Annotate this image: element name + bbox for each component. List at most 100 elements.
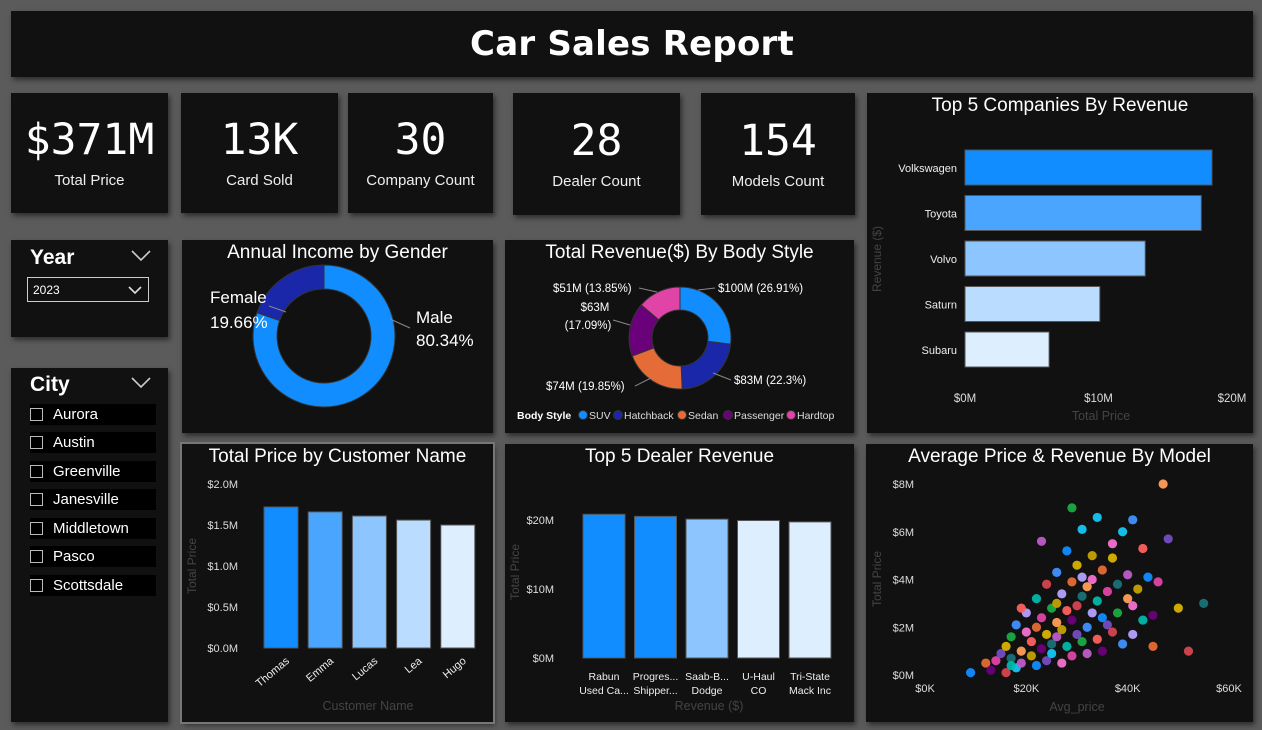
kpi-value: 28: [570, 116, 623, 166]
city-option-middletown[interactable]: Middletown: [30, 518, 156, 539]
slice-value-label: 80.34%: [416, 331, 474, 350]
gender-donut-panel: Annual Income by Gender Male 80.34% Female…: [182, 240, 493, 433]
slice-value-label: (17.09%): [565, 320, 612, 332]
tick-label: $0.5M: [207, 602, 238, 614]
leader-line: [638, 287, 658, 293]
donut-slice: [679, 286, 732, 345]
kpi-label: Company Count: [366, 172, 475, 189]
scatter-point: [1057, 589, 1067, 599]
bar: [964, 331, 1050, 368]
scatter-point: [1148, 641, 1158, 651]
scatter-point: [1052, 567, 1062, 577]
chevron-down-icon[interactable]: [131, 377, 151, 389]
scatter-point: [1107, 553, 1118, 563]
category-label: Tri-State: [790, 671, 830, 683]
year-dropdown[interactable]: 2023: [27, 277, 149, 302]
city-slicer-title: City: [30, 373, 70, 396]
tick-label: $60K: [1216, 683, 1242, 695]
scatter-point: [1067, 577, 1077, 587]
slice-value-label: 19.66%: [210, 313, 268, 332]
category-label: Used Ca...: [579, 685, 629, 697]
checkbox-icon[interactable]: [30, 436, 43, 449]
scatter-point: [1102, 586, 1112, 597]
scatter-point: [1128, 601, 1138, 611]
city-option-scottsdale[interactable]: Scottsdale: [30, 575, 156, 596]
year-dropdown-value: 2023: [33, 283, 60, 297]
city-option-label: Aurora: [53, 406, 99, 423]
checkbox-icon[interactable]: [30, 579, 43, 592]
category-label: Volkswagen: [898, 163, 957, 175]
city-option-label: Pasco: [53, 548, 95, 565]
page-title: Car Sales Report: [470, 24, 794, 64]
chevron-down-icon: [128, 286, 142, 295]
scatter-point: [1173, 603, 1183, 613]
year-slicer: Year 2023: [11, 240, 168, 337]
tick-label: $4M: [893, 575, 914, 587]
checkbox-icon[interactable]: [30, 493, 43, 506]
category-label: Saab-B...: [685, 671, 729, 683]
scatter-point: [1067, 615, 1077, 625]
scatter-point: [1006, 660, 1016, 671]
legend-marker: [786, 410, 796, 420]
bar: [964, 240, 1146, 277]
axis-label: Total Price: [1072, 409, 1130, 423]
city-option-austin[interactable]: Austin: [30, 432, 156, 453]
axis-label: Avg_price: [1049, 700, 1104, 714]
tick-label: $20M: [526, 515, 554, 527]
city-option-pasco[interactable]: Pasco: [30, 546, 156, 567]
scatter-point: [1143, 572, 1153, 582]
scatter-point: [1158, 479, 1168, 489]
tick-label: $20M: [1218, 393, 1247, 405]
checkbox-icon[interactable]: [30, 408, 43, 421]
body-style-donut-panel: Total Revenue($) By Body Style $100M (26…: [505, 240, 854, 433]
city-option-label: Janesville: [53, 491, 119, 508]
scatter-point: [1148, 610, 1158, 620]
kpi-models-count: 154 Models Count: [701, 93, 855, 215]
scatter-point: [1031, 594, 1042, 604]
city-option-label: Scottsdale: [53, 577, 124, 594]
companies-bar-panel: Top 5 Companies By Revenue Volkswagen Toy…: [867, 93, 1253, 433]
scatter-point: [1062, 605, 1072, 616]
scatter-point: [1123, 570, 1133, 580]
kpi-value: $371M: [24, 115, 155, 165]
scatter-point: [1072, 601, 1082, 611]
city-option-label: Greenville: [53, 463, 121, 480]
kpi-value: 30: [394, 115, 447, 165]
scatter-point: [1092, 596, 1102, 606]
scatter-point: [1077, 591, 1087, 601]
scatter-point: [966, 668, 976, 678]
scatter-point: [1163, 534, 1173, 544]
models-scatter-chart: $0M $2M $4M $6M $8M $0K $20K $40K $60K Avg_price T…: [870, 479, 1243, 714]
chevron-down-icon[interactable]: [131, 250, 151, 262]
tick-label: $2.0M: [207, 479, 238, 491]
models-scatter-panel: Average Price & Revenue By Model $0M $2M $…: [866, 444, 1253, 722]
customers-bar-panel: Total Price by Customer Name $0.0M $0.5M $…: [180, 442, 495, 724]
slice-value-label: $63M: [581, 302, 610, 314]
scatter-point: [1057, 625, 1067, 635]
tick-label: $0.0M: [207, 643, 238, 655]
tick-label: $0M: [893, 670, 914, 682]
checkbox-icon[interactable]: [30, 465, 43, 478]
city-option-greenville[interactable]: Greenville: [30, 461, 156, 482]
category-label: Thomas: [254, 655, 293, 690]
axis-label: Revenue ($): [870, 226, 884, 292]
bar: [964, 149, 1213, 186]
checkbox-icon[interactable]: [30, 550, 43, 563]
city-option-aurora[interactable]: Aurora: [30, 404, 156, 425]
city-option-janesville[interactable]: Janesville: [30, 489, 156, 510]
year-slicer-title: Year: [30, 246, 75, 269]
companies-bar-chart: Volkswagen Toyota Volvo Saturn Subaru $0M $10M…: [870, 149, 1247, 423]
legend-label: Hardtop: [797, 410, 835, 422]
scatter-point: [1087, 551, 1097, 561]
category-label: Hugo: [441, 655, 469, 681]
scatter-point: [1128, 515, 1138, 525]
scatter-point: [1153, 577, 1163, 587]
tick-label: $0K: [915, 683, 935, 695]
checkbox-icon[interactable]: [30, 522, 43, 535]
scatter-point: [1067, 503, 1077, 513]
legend-label: SUV: [589, 410, 611, 422]
scatter-point: [1107, 627, 1118, 637]
scatter-point: [1107, 539, 1118, 549]
kpi-label: Total Price: [54, 172, 125, 189]
scatter-point: [1118, 639, 1128, 649]
